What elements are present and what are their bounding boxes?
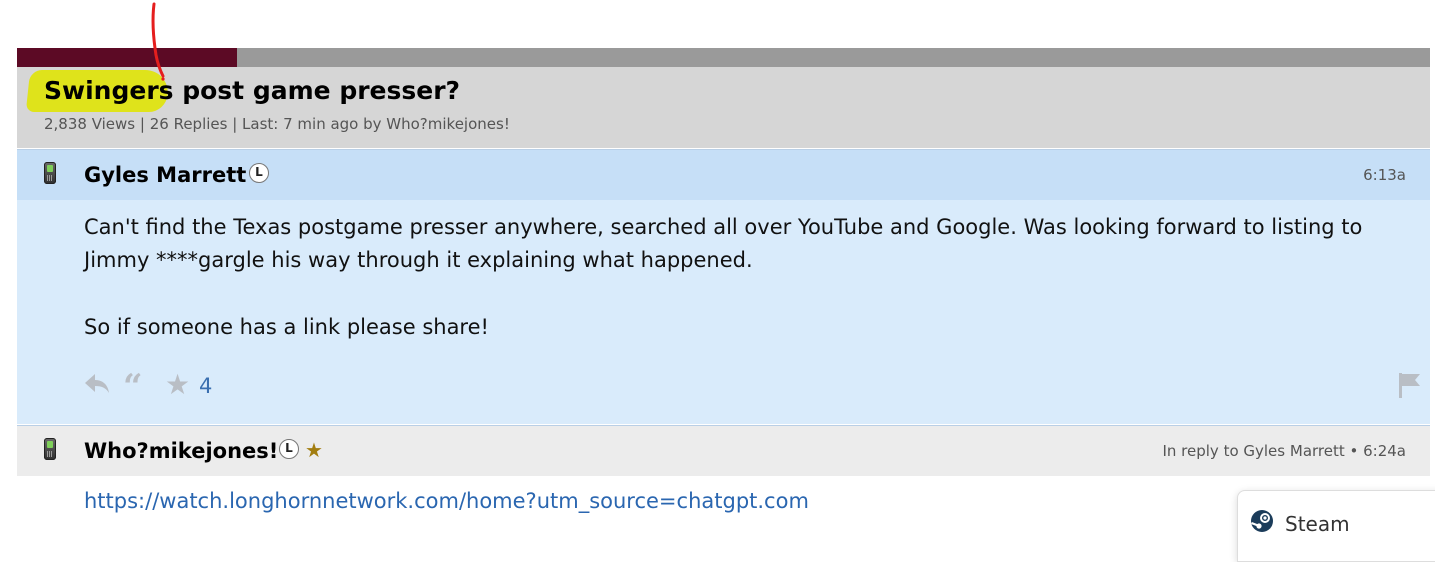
post-author[interactable]: Who?mikejones! xyxy=(84,439,278,463)
post-header: Gyles Marrett L 6:13a xyxy=(17,149,1430,200)
post-body: Can't find the Texas postgame presser an… xyxy=(84,211,1384,344)
post-header: Who?mikejones! L ★ In reply to Gyles Mar… xyxy=(17,425,1430,476)
thread-meta: 2,838 Views | 26 Replies | Last: 7 min a… xyxy=(44,115,510,133)
lifetime-badge-icon: L xyxy=(279,439,299,459)
lifetime-badge-icon: L xyxy=(249,163,269,183)
post-who-mikejones: Who?mikejones! L ★ In reply to Gyles Mar… xyxy=(17,425,1430,555)
post-time: 6:13a xyxy=(1363,166,1406,184)
post-actions: “ ★ 4 xyxy=(83,367,1423,407)
phone-icon xyxy=(44,438,56,460)
post-author[interactable]: Gyles Marrett xyxy=(84,163,246,187)
red-pen-annotation xyxy=(151,2,165,81)
post-gyles-marrett: Gyles Marrett L 6:13a Can't find the Tex… xyxy=(17,149,1430,424)
quote-icon[interactable]: “ xyxy=(123,367,143,407)
gold-star-icon: ★ xyxy=(305,438,323,462)
phone-icon xyxy=(44,162,56,184)
post-paragraph: Can't find the Texas postgame presser an… xyxy=(84,215,1363,272)
reply-info[interactable]: In reply to Gyles Marrett • 6:24a xyxy=(1162,442,1406,460)
steam-label: Steam xyxy=(1285,512,1350,536)
steam-notification[interactable]: Steam xyxy=(1237,490,1435,562)
post-link[interactable]: https://watch.longhornnetwork.com/home?u… xyxy=(84,489,809,513)
post-paragraph: So if someone has a link please share! xyxy=(84,315,489,339)
star-icon[interactable]: ★ xyxy=(165,368,190,401)
reply-icon[interactable] xyxy=(83,371,111,403)
steam-icon xyxy=(1250,509,1274,537)
flag-icon[interactable] xyxy=(1397,371,1423,403)
star-count[interactable]: 4 xyxy=(199,374,212,398)
